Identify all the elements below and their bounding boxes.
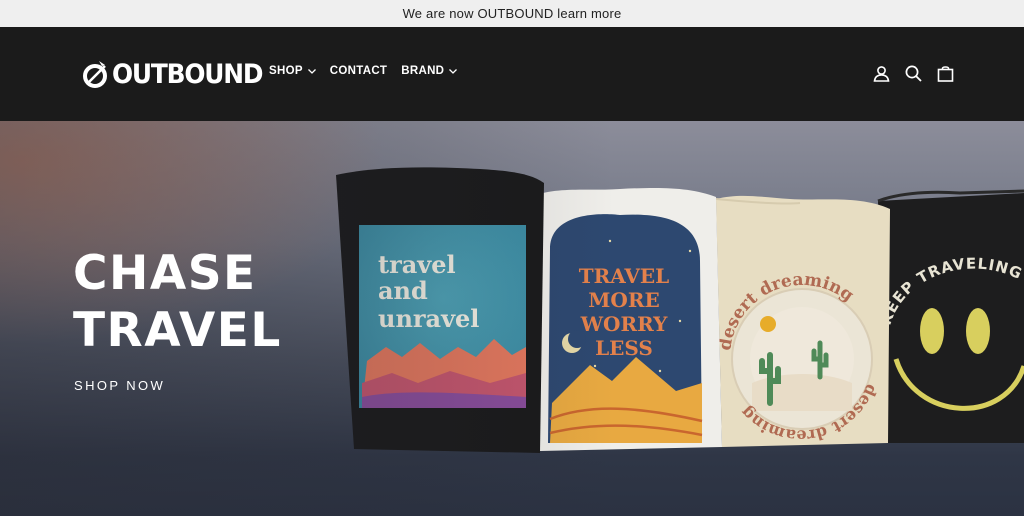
shirt2-line3: WORRY [580, 312, 669, 336]
shirt2-line2: MORE [588, 288, 659, 312]
shirt2-line1: TRAVEL [579, 264, 669, 288]
announcement-text[interactable]: We are now OUTBOUND learn more [403, 6, 622, 21]
account-button[interactable] [872, 64, 890, 82]
shirt1-line3: unravel [378, 304, 479, 333]
chevron-down-icon [307, 68, 316, 74]
site-header: OUTBOUND SHOP CONTACT BRAND [0, 27, 1024, 121]
nav-item-shop[interactable]: SHOP [269, 65, 316, 77]
main-nav: SHOP CONTACT BRAND [269, 65, 471, 77]
hero-title-line1: CHASE [73, 246, 257, 301]
shirt1-line1: travel [378, 250, 456, 279]
search-button[interactable] [904, 64, 922, 82]
cart-icon [937, 65, 953, 82]
nav-label-contact: CONTACT [329, 65, 388, 77]
header-icons [872, 64, 954, 82]
hero-title: CHASE TRAVEL [73, 245, 282, 359]
logo-text: OUTBOUND [112, 58, 264, 90]
shirt-desert-dreaming: desert dreaming desert dreaming [715, 195, 890, 447]
shop-now-link[interactable]: SHOP NOW [74, 378, 165, 393]
hero-banner: KEEP TRAVELING desert dreaming desert dr… [0, 121, 1024, 516]
chevron-down-icon [449, 68, 458, 74]
shirt-travel-and-unravel: travel and unravel [336, 167, 544, 453]
logo-mark-icon [83, 61, 107, 88]
hero-title-line2: TRAVEL [73, 303, 282, 358]
logo[interactable]: OUTBOUND [81, 56, 275, 92]
shirt-travel-more-worry-less: TRAVEL MORE WORRY LESS [536, 187, 722, 451]
nav-item-contact[interactable]: CONTACT [330, 65, 387, 77]
nav-label-shop: SHOP [269, 65, 303, 77]
shirt1-line2: and [378, 276, 428, 305]
nav-item-brand[interactable]: BRAND [401, 65, 458, 77]
announcement-bar[interactable]: We are now OUTBOUND learn more [0, 0, 1024, 27]
cart-button[interactable] [936, 64, 954, 82]
account-icon [873, 65, 889, 82]
search-icon [905, 65, 922, 82]
shirt-keep-traveling: KEEP TRAVELING [877, 189, 1024, 443]
shirt2-line4: LESS [595, 336, 653, 360]
nav-label-brand: BRAND [401, 65, 445, 77]
